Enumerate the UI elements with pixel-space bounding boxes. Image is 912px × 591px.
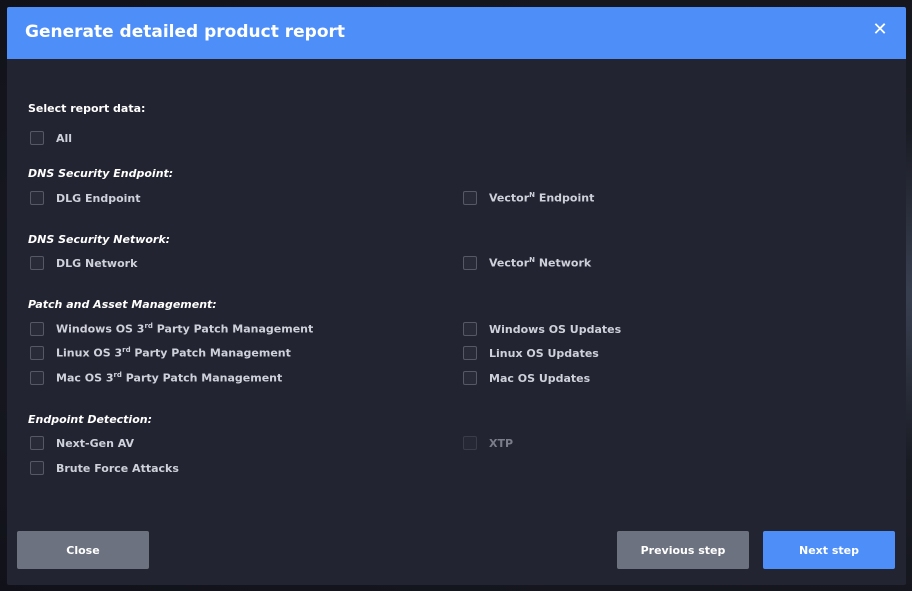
report-modal: Generate detailed product report ✕ Selec… (7, 7, 906, 585)
checkbox-box[interactable] (30, 371, 44, 385)
checkbox-label: VectorN Network (489, 256, 592, 270)
section-dns-endpoint-title: DNS Security Endpoint: (28, 167, 174, 180)
checkbox-mac-3rd-party[interactable]: Mac OS 3rd Party Patch Management (30, 371, 282, 385)
close-button[interactable]: Close (17, 531, 149, 569)
checkbox-label: DLG Endpoint (56, 191, 141, 205)
previous-step-button[interactable]: Previous step (617, 531, 749, 569)
checkbox-label: Windows OS 3rd Party Patch Management (56, 322, 314, 336)
checkbox-box[interactable] (463, 346, 477, 360)
checkbox-box (463, 436, 477, 450)
checkbox-windows-updates[interactable]: Windows OS Updates (463, 322, 621, 336)
checkbox-vector-endpoint[interactable]: VectorN Endpoint (463, 191, 594, 205)
checkbox-box[interactable] (30, 346, 44, 360)
next-step-button[interactable]: Next step (763, 531, 895, 569)
checkbox-box[interactable] (463, 322, 477, 336)
checkbox-box[interactable] (463, 256, 477, 270)
section-endpoint-detection-title: Endpoint Detection: (28, 413, 152, 426)
checkbox-label: DLG Network (56, 256, 138, 270)
checkbox-brute-force[interactable]: Brute Force Attacks (30, 461, 179, 475)
checkbox-box[interactable] (30, 131, 44, 145)
checkbox-box[interactable] (30, 191, 44, 205)
checkbox-label: Brute Force Attacks (56, 461, 179, 475)
section-patch-title: Patch and Asset Management: (28, 298, 217, 311)
checkbox-all[interactable]: All (30, 131, 72, 145)
checkbox-vector-network[interactable]: VectorN Network (463, 256, 591, 270)
checkbox-label: XTP (489, 436, 514, 450)
select-report-label: Select report data: (28, 102, 146, 115)
checkbox-box[interactable] (30, 322, 44, 336)
checkbox-next-gen-av[interactable]: Next-Gen AV (30, 436, 134, 450)
checkbox-xtp: XTP (463, 436, 513, 450)
checkbox-label: Linux OS 3rd Party Patch Management (56, 346, 291, 360)
modal-title: Generate detailed product report (25, 22, 346, 42)
section-dns-network-title: DNS Security Network: (28, 233, 171, 246)
checkbox-label: Mac OS Updates (489, 371, 591, 385)
checkbox-box[interactable] (30, 256, 44, 270)
checkbox-dlg-endpoint[interactable]: DLG Endpoint (30, 191, 141, 205)
modal-body: Select report data: All DNS Security End… (7, 59, 906, 585)
checkbox-label: Windows OS Updates (489, 322, 622, 336)
checkbox-dlg-network[interactable]: DLG Network (30, 256, 137, 270)
checkbox-label: Next-Gen AV (56, 436, 135, 450)
checkbox-linux-updates[interactable]: Linux OS Updates (463, 346, 599, 360)
modal-header: Generate detailed product report ✕ (7, 7, 906, 59)
checkbox-box[interactable] (463, 191, 477, 205)
checkbox-label: All (56, 131, 73, 145)
checkbox-box[interactable] (463, 371, 477, 385)
checkbox-label: VectorN Endpoint (489, 191, 595, 205)
checkbox-box[interactable] (30, 436, 44, 450)
checkbox-label: Mac OS 3rd Party Patch Management (56, 371, 283, 385)
close-icon[interactable]: ✕ (871, 21, 889, 39)
checkbox-label: Linux OS Updates (489, 346, 599, 360)
checkbox-mac-updates[interactable]: Mac OS Updates (463, 371, 590, 385)
checkbox-box[interactable] (30, 461, 44, 475)
checkbox-linux-3rd-party[interactable]: Linux OS 3rd Party Patch Management (30, 346, 291, 360)
checkbox-windows-3rd-party[interactable]: Windows OS 3rd Party Patch Management (30, 322, 313, 336)
